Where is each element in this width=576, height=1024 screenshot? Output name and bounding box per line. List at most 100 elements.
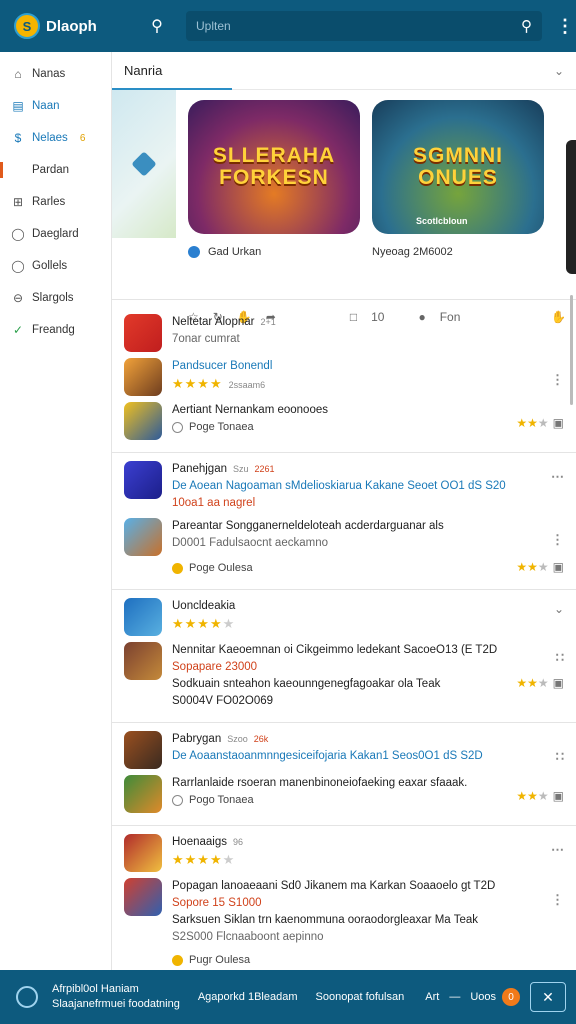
app-icon[interactable] [124,358,162,396]
item-tag: Szu [233,464,249,474]
footer-line2: Slaajanefrmuei foodatning [52,998,180,1010]
more-grid-icon[interactable]: ∷ [556,749,564,765]
featured-header: Nanria ⌄ [112,52,576,90]
minus-icon[interactable]: — [449,991,460,1003]
list-item[interactable]: Neltetar Alopnar 2+1 7onar cumrat [124,314,564,352]
chat-icon: ◯ [11,259,25,273]
sidebar-item-label: Freandg [32,324,75,336]
overflow-menu-icon[interactable]: ⋮ [556,16,574,37]
list-item[interactable]: Pabrygan Szoo 26k De Aoaanstaoanmnngesiceif… [124,731,564,769]
item-footer: Pogo Tonaea [189,794,254,806]
sidebar-item-label: Rarles [32,196,66,208]
item-subtitle: Sopore 15 S1000 [172,897,262,909]
sidebar-item-naan[interactable]: ▤ Naan [0,90,111,122]
home-icon: ⌂ [14,67,22,81]
close-icon[interactable]: ✕ [530,982,566,1012]
item-footer: Poge Tonaea [189,421,254,433]
app-icon[interactable] [124,402,162,440]
sidebar-item-nelaes[interactable]: $ Nelaes 6 [0,122,111,154]
item-title: Panehjgan [172,463,227,475]
carousel-next-card[interactable] [566,140,576,274]
sidebar-item-daeglard[interactable]: ◯ Daeglard [0,218,111,250]
app-icon[interactable] [124,518,162,556]
app-icon[interactable] [124,314,162,352]
banner-title-line2: ONUES [418,166,498,189]
sidebar-item-rarles[interactable]: ⊞ Rarles [0,186,111,218]
more-horizontal-icon[interactable]: ⋯ [551,842,564,858]
list-item[interactable]: Uoncldeakia ★★★★★ ⌄ [124,598,564,636]
sidebar-item-freandg[interactable]: ✓ Freandg [0,314,111,346]
list-item[interactable]: Pareantar Songganerneldeloteah acderdarg… [124,518,564,556]
chevron-down-icon[interactable]: ⌄ [554,602,564,616]
more-icon[interactable]: ⋮ [551,532,564,548]
diamond-icon [131,151,157,177]
app-icon[interactable] [124,642,162,680]
list-item[interactable]: Popagan lanoaeaani Sd0 Jikanem ma Karkan… [124,878,564,946]
sidebar: ⌂ Nanas ▤ Naan $ Nelaes 6 Pardan ⊞ Rarles ◯ Da… [0,52,112,970]
item-detail: Sarksuen Siklan trn kaenommuna ooraodorg… [172,914,478,926]
chat-icon: ◯ [11,227,25,241]
sidebar-item-label: Pardan [32,164,70,176]
item-subtitle: 7onar cumrat [172,333,240,345]
app-icon[interactable] [124,598,162,636]
rating-stars: ★★★ ▣ [516,676,564,690]
chevron-down-icon[interactable]: ⌄ [554,64,564,78]
item-subtitle: De Aoaanstaoanmnngesiceifojaria Kakan1 S… [172,750,483,762]
carousel-prev-card[interactable] [112,90,176,238]
item-subtitle: D0001 Fadulsaocnt aeckamno [172,537,328,549]
list-item[interactable]: Poge Oulesa ★★★ ▣ [124,560,564,577]
sidebar-item-pardan[interactable]: Pardan [0,154,111,186]
search-submit-icon[interactable]: ⚲ [521,17,532,35]
item-detail-2: S2S000 Flcnaaboont aepinno [172,931,324,943]
app-icon[interactable] [124,878,162,916]
app-icon[interactable] [124,461,162,499]
user-icon[interactable] [16,986,38,1008]
app-title: Dlaoph [46,17,97,35]
list-item[interactable]: Panehjgan Szu 2261 De Aoean Nagoaman sMdeli… [124,461,564,512]
status-icon [172,795,183,806]
featured-carousel[interactable]: SLLERAHA FORKESN Gad Urkan SGMNNI ONUES … [112,90,576,405]
item-footer: Poge Oulesa [189,562,253,574]
featured-card[interactable]: SLLERAHA FORKESN Gad Urkan [188,90,360,258]
list-item[interactable]: Aertiant Nernankam eoonooes Poge Tonaea ★… [124,402,564,440]
item-title: Rarrlanlaide rsoeran manenbinoneiofaekin… [172,777,468,789]
app-logo[interactable]: S [14,13,40,39]
more-icon[interactable]: ⋮ [551,372,564,388]
footer-link[interactable]: Agaporkd 1Bleadam [198,991,298,1003]
featured-card[interactable]: SGMNNI ONUES Scotlcbloun Nyeoag 2M6002 [372,90,544,258]
item-title: Pandsucer Bonendl [172,360,273,372]
sidebar-item-label: Nanas [32,68,66,80]
more-horizontal-icon[interactable]: ⋯ [551,469,564,485]
app-icon[interactable] [124,775,162,813]
footer-right-label-2[interactable]: Uoos [470,991,496,1003]
more-grid-icon[interactable]: ∷ [556,650,564,666]
card-author: Nyeoag 2M6002 [372,246,453,258]
item-tag-2: 26k [253,734,269,744]
banner-title-line2: FORKESN [219,166,329,189]
list-item[interactable]: Pandsucer Bonendl ★★★★ 2ssaam6 ⋮ [124,358,564,396]
search-field[interactable]: ⚲ [186,11,542,41]
game-banner-image[interactable]: SGMNNI ONUES Scotlcbloun [372,100,544,234]
list-item[interactable]: Pugr Oulesa [124,952,564,969]
plus-square-icon: ⊞ [12,195,24,209]
app-group: Hoenaaigs 96 ★★★★★ ⋯ Popagan lanoaeaani Sd… [112,826,576,970]
game-banner-image[interactable]: SLLERAHA FORKESN [188,100,360,234]
app-group: Pabrygan Szoo 26k De Aoaanstaoanmnngesiceif… [112,723,576,826]
app-icon[interactable] [124,731,162,769]
list-item[interactable]: Rarrlanlaide rsoeran manenbinoneiofaekin… [124,775,564,813]
notification-badge[interactable]: 0 [502,988,520,1006]
footer-account-text[interactable]: Afrpibl0ol Haniam Slaajanefrmuei foodatni… [52,982,180,1012]
footer-link[interactable]: Soonopat fofulsan [316,991,405,1003]
main-content: Nanria ⌄ SLLERAHA FORKESN Gad Urkan SGMN… [112,52,576,970]
app-icon[interactable] [124,834,162,872]
more-icon[interactable]: ⋮ [551,892,564,908]
list-item[interactable]: Nennitar Kaeoemnan oi Cikgeimmo ledekant… [124,642,564,710]
search-input[interactable] [196,19,521,33]
sidebar-item-gollels[interactable]: ◯ Gollels [0,250,111,282]
sidebar-item-slargols[interactable]: ⊖ Slargols [0,282,111,314]
footer-right-label[interactable]: Art [425,991,439,1003]
sidebar-item-label: Gollels [32,260,68,272]
search-icon[interactable]: ⚲ [144,16,170,36]
list-item[interactable]: Hoenaaigs 96 ★★★★★ ⋯ [124,834,564,872]
sidebar-item-nanas[interactable]: ⌂ Nanas [0,58,111,90]
